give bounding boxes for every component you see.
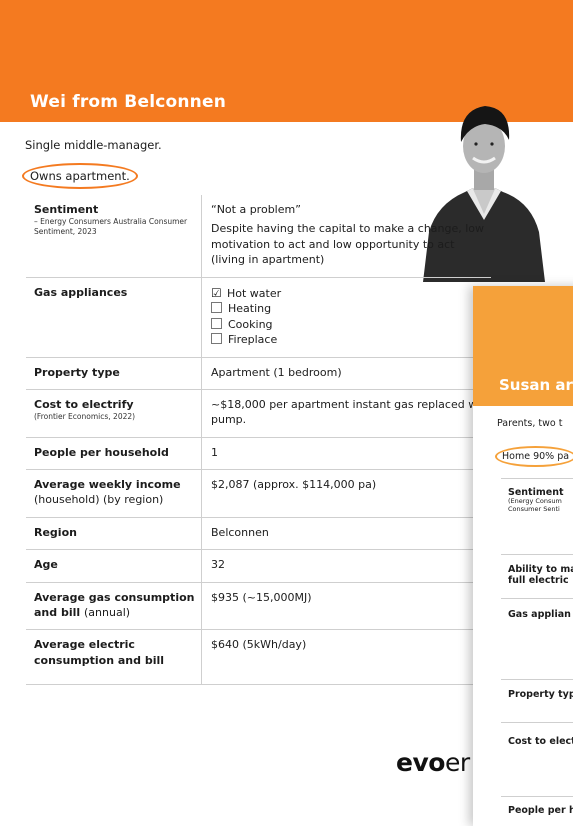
divider — [501, 478, 573, 479]
cost-source: (Frontier Economics, 2022) — [34, 412, 136, 422]
table-row: Average gas consumption and bill (annual… — [26, 582, 491, 631]
table-row: Average weekly income (household) (by re… — [26, 469, 491, 518]
row-value-elec: $640 (5kWh/day) — [201, 629, 491, 686]
row-value-region: Belconnen — [201, 517, 491, 551]
row-label-cost: Cost to electrify — [34, 397, 134, 411]
page-title: Wei from Belconnen — [30, 92, 227, 112]
row-label-sentiment: Sentiment — [34, 203, 99, 216]
sentiment-quote: “Not a problem” — [211, 203, 301, 216]
row-label-property: Property typ — [508, 689, 573, 700]
row-label-age: Age — [26, 549, 202, 583]
table-row: Region Belconnen — [26, 517, 491, 551]
table-row: Average electric consumption and bill $6… — [26, 629, 491, 686]
row-label-people: People per household — [26, 437, 202, 471]
row-value-cost: ~$18,000 per apartment instant gas repla… — [201, 389, 491, 438]
checkbox-heating: Heating — [211, 301, 491, 316]
persona-summary: Single middle-manager. — [25, 138, 162, 152]
checked-box-icon: ☑ — [211, 285, 222, 300]
row-value-income: $2,087 (approx. $114,000 pa) — [201, 469, 491, 518]
empty-box-icon — [211, 333, 222, 345]
empty-box-icon — [211, 317, 222, 329]
row-label-cost: Cost to elect — [508, 736, 573, 747]
sentiment-source: – Energy Consumers Australia Consumer Se… — [34, 217, 188, 236]
divider — [501, 679, 573, 680]
checkbox-cooking: Cooking — [211, 317, 491, 332]
highlighted-note: Home 90% pa — [495, 446, 573, 467]
row-label-region: Region — [26, 517, 202, 551]
row-value-property: Apartment (1 bedroom) — [201, 357, 491, 390]
brand-logo: evoer — [396, 748, 470, 777]
row-label-property: Property type — [26, 357, 202, 390]
persona-page-susan: Susan ar Parents, two t Home 90% pa Sent… — [473, 286, 573, 826]
row-value-age: 32 — [201, 549, 491, 583]
divider — [501, 598, 573, 599]
table-row: Sentiment – Energy Consumers Australia Co… — [26, 195, 491, 278]
row-label-gas: Gas applian — [508, 609, 571, 620]
highlighted-note: Owns apartment. — [22, 163, 138, 189]
page-title: Susan ar — [499, 376, 573, 394]
row-label-ability: Ability to ma full electric — [508, 564, 573, 587]
persona-summary: Parents, two t — [497, 418, 563, 429]
checkbox-fireplace: Fireplace — [211, 332, 491, 347]
gasbill-qualifier: (annual) — [84, 606, 131, 620]
empty-box-icon — [211, 302, 222, 314]
divider — [501, 796, 573, 797]
row-label-income: Average weekly income — [34, 478, 181, 492]
row-label-gas: Gas appliances — [26, 277, 202, 358]
income-qualifier: (household) (by region) — [34, 493, 164, 507]
divider — [501, 722, 573, 723]
checkbox-hot-water: ☑ Hot water — [211, 285, 282, 300]
divider — [501, 554, 573, 555]
sentiment-text: Despite having the capital to make a cha… — [211, 222, 485, 267]
row-label-elec: Average electric consumption and bill — [26, 629, 202, 686]
table-row: Property type Apartment (1 bedroom) — [26, 357, 491, 390]
table-row: Gas appliances ☑ Hot water Heating Cookin… — [26, 277, 491, 358]
table-row: Cost to electrify (Frontier Economics, 20… — [26, 389, 491, 438]
table-row: People per household 1 — [26, 437, 491, 471]
persona-table: Sentiment – Energy Consumers Australia Co… — [26, 195, 491, 686]
row-value-gasbill: $935 (~15,000MJ) — [201, 582, 491, 631]
row-label-sentiment: Sentiment (Energy Consum Consumer Senti — [508, 487, 564, 514]
row-value-people: 1 — [201, 437, 491, 471]
table-row: Age 32 — [26, 549, 491, 583]
